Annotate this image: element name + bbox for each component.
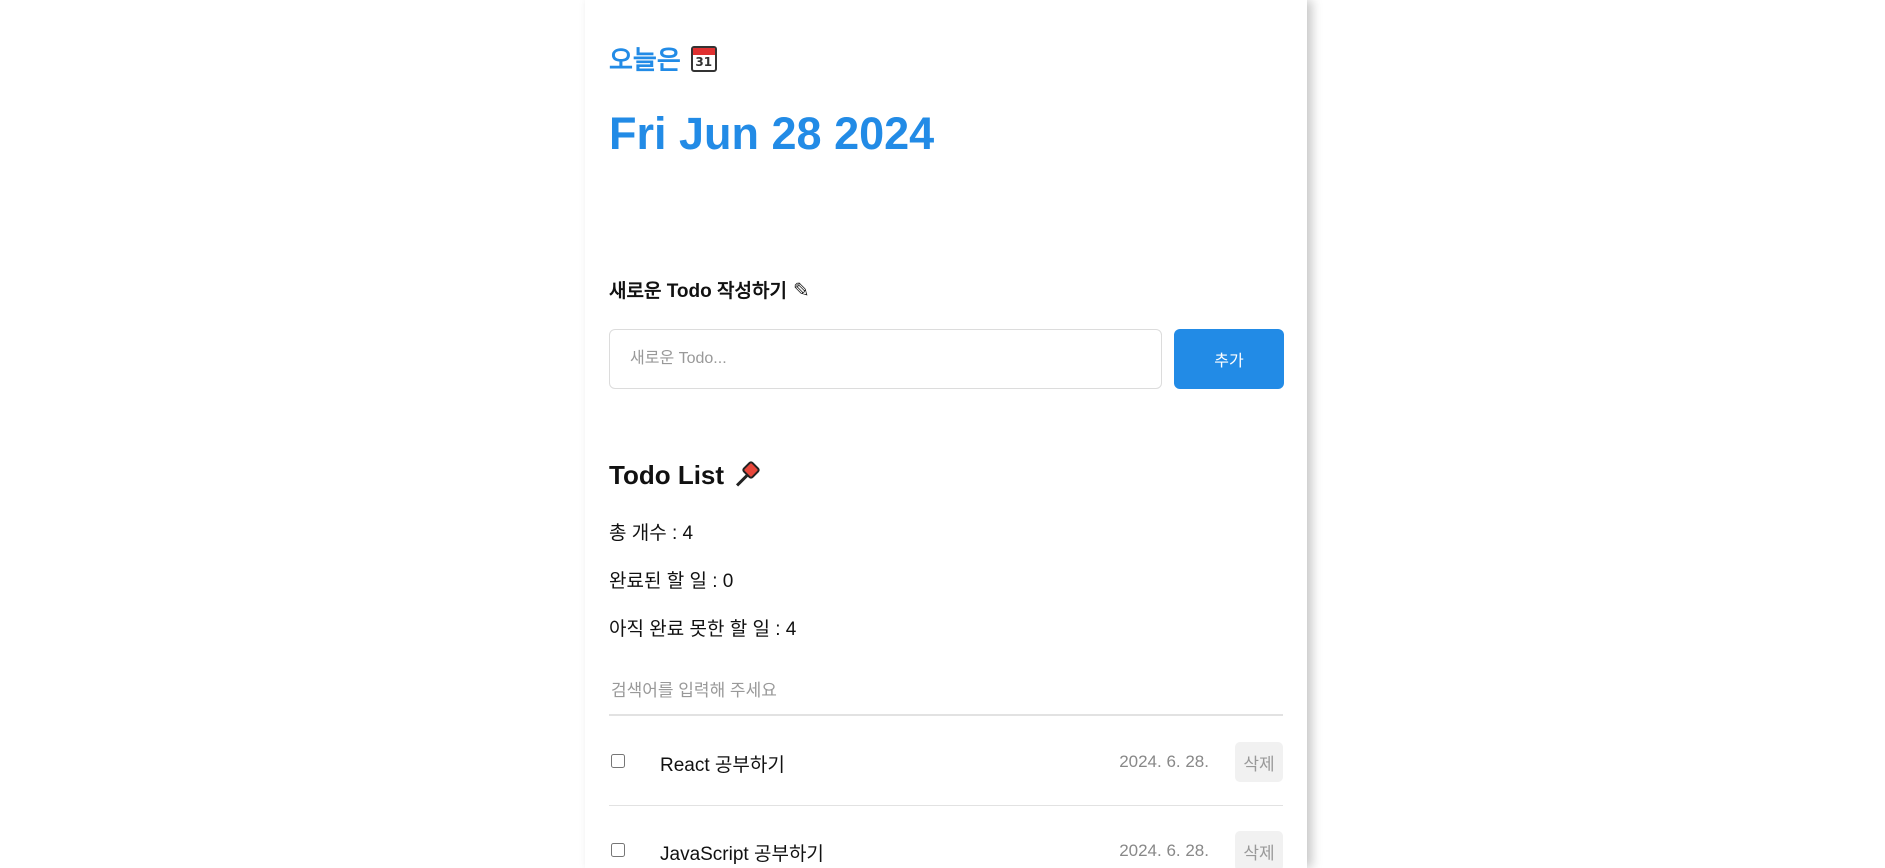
page: 오늘은 31 Fri Jun 28 2024 새로운 Todo 작성하기 ✎ 추… xyxy=(0,0,1885,868)
todo-item: React 공부하기 2024. 6. 28. 삭제 xyxy=(609,718,1283,806)
todo-list-title-text: Todo List xyxy=(609,460,725,490)
delete-button[interactable]: 삭제 xyxy=(1235,831,1283,868)
search-input[interactable] xyxy=(609,668,1283,716)
header-today-label: 오늘은 31 xyxy=(609,40,717,77)
editor-title: 새로운 Todo 작성하기 ✎ xyxy=(609,276,810,303)
todo-date: 2024. 6. 28. xyxy=(1119,841,1209,860)
todo-checkbox[interactable] xyxy=(611,843,625,857)
total-count: 총 개수 : 4 xyxy=(609,523,694,544)
todo-date: 2024. 6. 28. xyxy=(1119,752,1209,771)
delete-button[interactable]: 삭제 xyxy=(1235,742,1283,782)
editor-title-text: 새로운 Todo 작성하기 xyxy=(609,281,787,302)
calendar-icon: 31 xyxy=(690,45,717,72)
todo-content: React 공부하기 xyxy=(660,755,785,776)
add-button[interactable]: 추가 xyxy=(1174,329,1284,389)
today-label-text: 오늘은 xyxy=(609,45,681,75)
todo-content: JavaScript 공부하기 xyxy=(660,844,824,865)
app-panel: 오늘은 31 Fri Jun 28 2024 새로운 Todo 작성하기 ✎ 추… xyxy=(585,0,1307,868)
undone-count: 아직 완료 못한 할 일 : 4 xyxy=(609,619,797,640)
pushpin-icon xyxy=(732,459,762,491)
todo-item: JavaScript 공부하기 2024. 6. 28. 삭제 xyxy=(609,807,1283,868)
todo-checkbox[interactable] xyxy=(611,754,625,768)
calendar-icon-day: 31 xyxy=(695,54,713,69)
pencil-icon: ✎ xyxy=(792,277,810,302)
todo-list-title: Todo List xyxy=(609,459,762,491)
done-count: 완료된 할 일 : 0 xyxy=(609,571,734,592)
header-date: Fri Jun 28 2024 xyxy=(609,108,935,159)
new-todo-input[interactable] xyxy=(609,329,1162,389)
